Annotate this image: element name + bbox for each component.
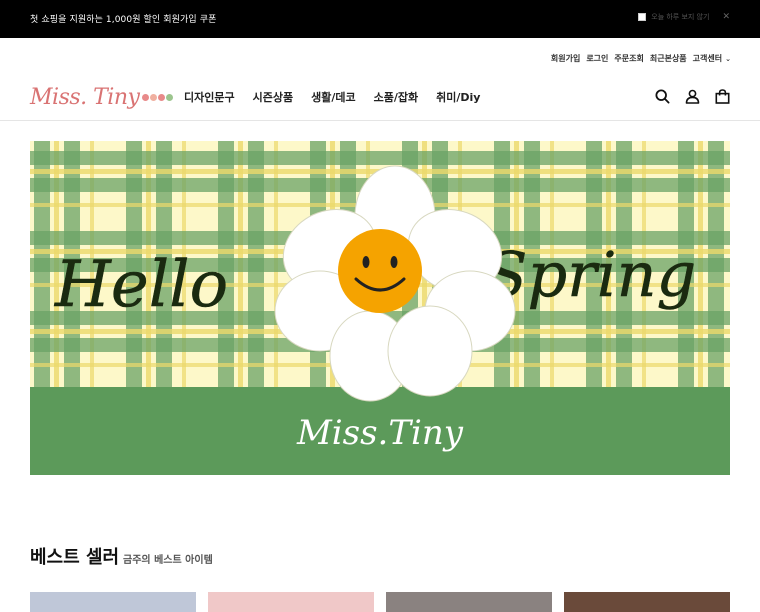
nav-item-seasonal[interactable]: 시즌상품 (253, 89, 293, 105)
banner-script-right: Spring (485, 238, 696, 311)
section-subtitle: 금주의 베스트 아이템 (123, 555, 213, 566)
hero-banner[interactable]: Hello Spring Miss.Tiny (30, 141, 730, 475)
hide-today-label[interactable]: 오늘 하루 보지 않기 (651, 12, 709, 22)
product-thumb[interactable] (30, 592, 196, 612)
search-icon[interactable] (655, 89, 670, 104)
shopping-bag-icon[interactable] (715, 89, 730, 104)
banner-brand: Miss.Tiny (296, 413, 464, 453)
nav-item-design-stationery[interactable]: 디자인문구 (184, 89, 235, 105)
promo-text[interactable]: 첫 쇼핑을 지원하는 1,000원 할인 회원가입 쿠폰 (30, 12, 217, 25)
util-link-recent[interactable]: 최근본상품 (650, 53, 687, 64)
util-link-cs-label: 고객센터 (692, 54, 723, 63)
main-nav: 디자인문구 시즌상품 생활/데코 소품/잡화 취미/Diy (184, 89, 480, 105)
nav-item-living-deco[interactable]: 생활/데코 (311, 89, 356, 105)
hero-banner-art: Hello Spring Miss.Tiny (30, 141, 730, 475)
user-icon[interactable] (685, 89, 700, 104)
hide-today-checkbox[interactable] (638, 13, 647, 21)
product-thumb[interactable] (386, 592, 552, 612)
header-icons (655, 89, 730, 104)
util-link-join[interactable]: 회원가입 (551, 53, 580, 64)
promo-controls: 오늘 하루 보지 않기 ✕ (638, 12, 730, 22)
nav-item-hobby-diy[interactable]: 취미/Diy (436, 89, 480, 105)
section-title: 베스트 셀러 (30, 547, 120, 568)
flower-icon (142, 93, 174, 101)
chevron-down-icon: ⌄ (725, 55, 731, 63)
util-link-cs[interactable]: 고객센터 ⌄ (693, 53, 731, 64)
logo-text: Miss. Tiny (30, 84, 140, 110)
close-icon[interactable]: ✕ (722, 12, 730, 22)
product-thumbnails (30, 592, 730, 612)
nav-item-accessories[interactable]: 소품/잡화 (374, 89, 419, 105)
utility-links: 회원가입 로그인 주문조회 최근본상품 고객센터 ⌄ (551, 53, 731, 64)
site-logo[interactable]: Miss. Tiny (30, 82, 174, 112)
util-link-login[interactable]: 로그인 (586, 53, 608, 64)
product-thumb[interactable] (564, 592, 730, 612)
banner-script-left: Hello (54, 248, 228, 322)
product-thumb[interactable] (208, 592, 374, 612)
header-divider (0, 120, 760, 121)
promo-bar: 첫 쇼핑을 지원하는 1,000원 할인 회원가입 쿠폰 오늘 하루 보지 않기… (0, 0, 760, 38)
util-link-order-lookup[interactable]: 주문조회 (614, 53, 643, 64)
